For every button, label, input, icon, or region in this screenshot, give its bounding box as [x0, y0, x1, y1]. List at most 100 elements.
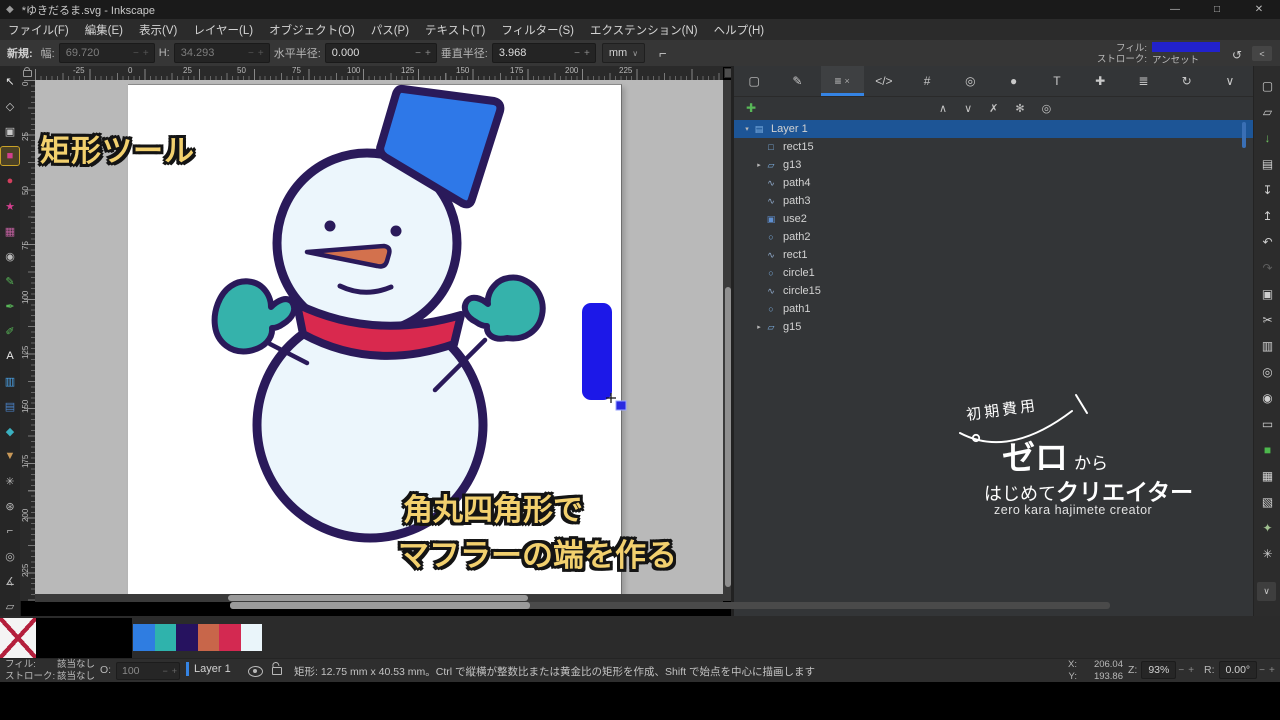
shape-builder-tool[interactable]: ▣ [1, 122, 19, 140]
measure-tool[interactable]: ∡ [1, 572, 19, 590]
tab-document[interactable]: ▢ [734, 66, 777, 96]
vertical-ruler[interactable]: 0255075100125150175200225 [20, 80, 35, 601]
tab-align[interactable]: ≣ [1123, 66, 1166, 96]
tab-swatches[interactable]: # [907, 66, 950, 96]
swatch-salmon[interactable] [198, 624, 220, 651]
layer-lock-icon[interactable] [272, 667, 282, 675]
tweak-tool[interactable]: ✳ [1, 472, 19, 490]
swatch-navy[interactable] [176, 624, 198, 651]
star-tool[interactable]: ★ [1, 197, 19, 215]
tree-row[interactable]: □ rect15 [734, 138, 1253, 156]
menu-item[interactable]: レイヤー(L) [185, 22, 261, 38]
delete-button[interactable]: ✗ [989, 102, 998, 115]
sharp-corners-button[interactable]: ⌐ [659, 46, 667, 61]
menu-item[interactable]: オブジェクト(O) [261, 22, 363, 38]
tree-row[interactable]: ▸ ▱ g13 [734, 156, 1253, 174]
swatch-crimson[interactable] [219, 624, 241, 651]
swatch-teal[interactable] [155, 624, 177, 651]
menu-item[interactable]: 表示(V) [131, 22, 185, 38]
zoom-drawing-button[interactable]: ◉ [1258, 388, 1277, 407]
tab-more[interactable]: ∨ [1210, 66, 1253, 96]
tab-text[interactable]: T [1037, 66, 1080, 96]
tree-scrollbar[interactable] [1242, 122, 1246, 148]
spiral-tool[interactable]: ◉ [1, 247, 19, 265]
minimize-button[interactable]: — [1154, 0, 1196, 19]
copy-button[interactable]: ▣ [1258, 284, 1277, 303]
tree-row[interactable]: ○ path1 [734, 300, 1253, 318]
close-button[interactable]: ✕ [1238, 0, 1280, 19]
tab-objects[interactable]: ≡× [821, 66, 864, 96]
fill-color-swatch[interactable] [1152, 42, 1220, 52]
gradient-tool[interactable]: ▥ [1, 372, 19, 390]
search-button[interactable]: ◎ [1042, 102, 1052, 115]
spray-tool[interactable]: ⊛ [1, 497, 19, 515]
ry-input[interactable]: 3.968 −+ [492, 43, 596, 63]
tab-fill-stroke[interactable]: ✎ [777, 66, 820, 96]
layer-visibility-icon[interactable] [248, 666, 263, 677]
tree-row[interactable]: ○ path2 [734, 228, 1253, 246]
unit-select[interactable]: mm∨ [602, 43, 645, 63]
menu-item[interactable]: テキスト(T) [417, 22, 493, 38]
menu-item[interactable]: フィルター(S) [493, 22, 582, 38]
calligraphy-tool[interactable]: ✐ [1, 322, 19, 340]
raise-button[interactable]: ∧ [939, 102, 947, 115]
tree-row[interactable]: ▾ ▤ Layer 1 [734, 120, 1253, 138]
expander-icon[interactable]: ▾ [742, 125, 752, 133]
pages-tool[interactable]: ▱ [1, 597, 19, 615]
zoom-page-button[interactable]: ▭ [1258, 414, 1277, 433]
node-tool[interactable]: ◇ [1, 97, 19, 115]
palette-scrollbar[interactable] [230, 602, 1110, 609]
expander-icon[interactable]: ▸ [754, 161, 764, 169]
layer-selector[interactable]: Layer 1 [186, 662, 231, 676]
rectangle-tool[interactable]: ■ [1, 147, 19, 165]
reset-rotation-icon[interactable]: ↺ [1232, 48, 1242, 62]
find-button[interactable]: ◎ [1258, 362, 1277, 381]
height-input[interactable]: 34.293 −+ [174, 43, 270, 63]
ruler-lock-icon[interactable] [23, 70, 32, 77]
restore-button[interactable]: □ [1196, 0, 1238, 19]
menu-item[interactable]: 編集(E) [77, 22, 131, 38]
tree-row[interactable]: ▣ use2 [734, 210, 1253, 228]
swatch-black[interactable] [36, 618, 84, 658]
horizontal-scrollbar[interactable] [35, 594, 723, 602]
canvas[interactable]: 矩形ツール 角丸四角形で マフラーの端を作る [35, 80, 723, 594]
new-document-button[interactable]: ▢ [1258, 76, 1277, 95]
paint-bucket-tool[interactable]: ▼ [1, 447, 19, 465]
menu-item[interactable]: ヘルプ(H) [706, 22, 772, 38]
duplicate-button[interactable]: ■ [1258, 440, 1277, 459]
lower-button[interactable]: ∨ [964, 102, 972, 115]
horizontal-ruler[interactable]: -250255075100125150175200225 [35, 66, 723, 80]
cut-button[interactable]: ✂ [1258, 310, 1277, 329]
tree-row[interactable]: ▸ ▱ g15 [734, 318, 1253, 336]
collapse-toolbar-button[interactable]: < [1252, 46, 1272, 61]
fill-stroke-status[interactable]: フィル:該当なし ストローク:該当なし [5, 659, 95, 683]
menu-item[interactable]: パス(P) [363, 22, 417, 38]
ellipse-tool[interactable]: ● [1, 172, 19, 190]
opacity-input[interactable]: 100 −+ [116, 662, 180, 680]
tree-row[interactable]: ○ circle1 [734, 264, 1253, 282]
width-input[interactable]: 69.720 −+ [59, 43, 155, 63]
redo-button[interactable]: ↷ [1258, 258, 1277, 277]
tree-row[interactable]: ∿ path3 [734, 192, 1253, 210]
settings-button[interactable]: ✻ [1015, 102, 1024, 115]
rotation-control[interactable]: R: 0.00° −+ [1204, 662, 1277, 678]
menu-item[interactable]: エクステンション(N) [582, 22, 706, 38]
selector-tool[interactable]: ↖ [1, 72, 19, 90]
swatch-blue[interactable] [133, 624, 155, 651]
import-button[interactable]: ↧ [1258, 180, 1277, 199]
tree-row[interactable]: ∿ circle15 [734, 282, 1253, 300]
zoom-control[interactable]: Z: 93% −+ [1128, 662, 1196, 678]
pencil-tool[interactable]: ✎ [1, 272, 19, 290]
export-button[interactable]: ↥ [1258, 206, 1277, 225]
tab-xml-editor[interactable]: </> [864, 66, 907, 96]
zoom-tool[interactable]: ◎ [1, 547, 19, 565]
swatch-black-2[interactable] [84, 618, 132, 658]
box-3d-tool[interactable]: ▦ [1, 222, 19, 240]
tab-symbols[interactable]: ✚ [1080, 66, 1123, 96]
open-document-button[interactable]: ▱ [1258, 102, 1277, 121]
connector-tool[interactable]: ⌐ [1, 522, 19, 540]
tab-transform[interactable]: ↻ [1167, 66, 1210, 96]
expander-icon[interactable]: ▸ [754, 323, 764, 331]
text-tool[interactable]: A [1, 347, 19, 365]
snap-button[interactable]: ✳ [1258, 544, 1277, 563]
